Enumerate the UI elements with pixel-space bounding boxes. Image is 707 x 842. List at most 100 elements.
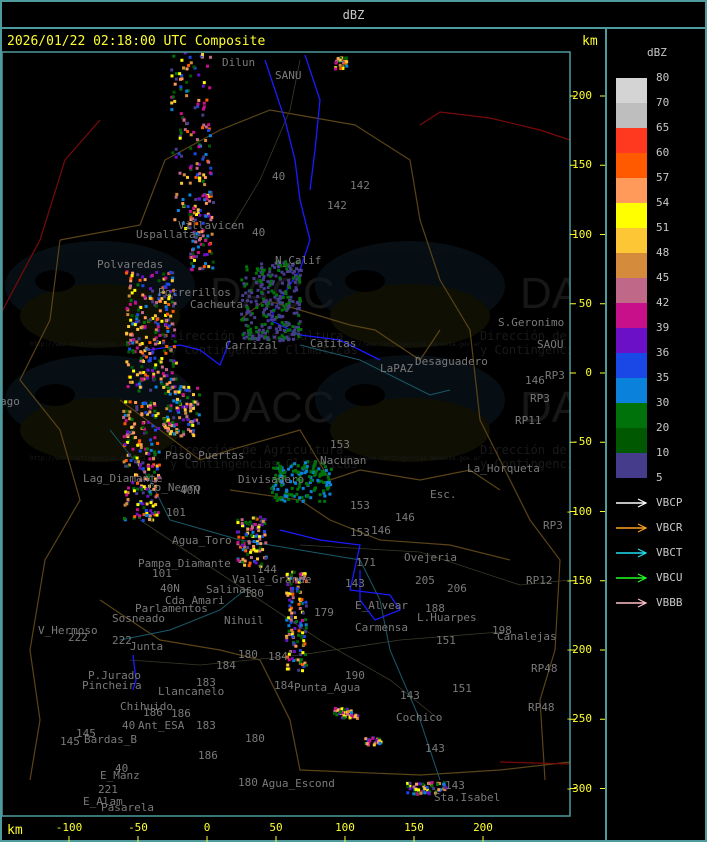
- radar-echo-pixel: [211, 266, 215, 270]
- radar-echo-pixel: [372, 743, 376, 747]
- radar-echo-pixel: [278, 339, 282, 343]
- place-label: Sta.Isabel: [434, 791, 500, 804]
- radar-echo-pixel: [135, 346, 139, 350]
- radar-echo-pixel: [298, 299, 302, 303]
- radar-echo-pixel: [244, 276, 248, 280]
- legend-label: 51: [656, 221, 670, 234]
- radar-echo-pixel: [368, 738, 372, 742]
- radar-echo-pixel: [195, 162, 199, 166]
- radar-echo-pixel: [153, 377, 157, 381]
- radar-map[interactable]: DACCDirección de Agriculturay Contingenc…: [0, 0, 707, 842]
- radar-echo-pixel: [246, 546, 250, 549]
- radar-echo-pixel: [173, 99, 177, 103]
- legend-color-swatch: [616, 328, 647, 353]
- place-label: RP12: [526, 574, 553, 587]
- radar-echo-pixel: [133, 422, 137, 426]
- place-label: Agua_Escond: [262, 777, 335, 790]
- radar-echo-pixel: [408, 781, 412, 785]
- radar-echo-pixel: [166, 312, 169, 316]
- place-label: N_Calif: [275, 254, 321, 267]
- radar-echo-pixel: [246, 527, 250, 531]
- radar-echo-pixel: [189, 252, 193, 256]
- radar-echo-pixel: [209, 55, 212, 59]
- radar-echo-pixel: [174, 423, 178, 427]
- place-label: Desaguadero: [415, 355, 488, 368]
- radar-echo-pixel: [172, 359, 176, 363]
- radar-echo-pixel: [170, 108, 174, 112]
- radar-echo-pixel: [246, 299, 250, 303]
- radar-echo-pixel: [201, 126, 204, 130]
- radar-echo-pixel: [285, 618, 289, 622]
- radar-echo-pixel: [178, 136, 182, 140]
- radar-echo-pixel: [207, 214, 211, 218]
- radar-echo-pixel: [314, 472, 318, 476]
- legend-color-swatch: [616, 403, 647, 428]
- radar-echo-pixel: [268, 283, 272, 287]
- radar-echo-pixel: [139, 350, 143, 354]
- radar-echo-pixel: [138, 466, 142, 470]
- radar-echo-pixel: [267, 301, 271, 305]
- radar-echo-pixel: [182, 66, 185, 70]
- radar-echo-pixel: [159, 360, 163, 364]
- radar-echo-pixel: [254, 299, 258, 303]
- x-tick-label: -50: [128, 821, 148, 834]
- radar-echo-pixel: [155, 467, 159, 471]
- radar-echo-pixel: [141, 293, 145, 297]
- radar-echo-pixel: [209, 166, 213, 170]
- radar-echo-pixel: [162, 423, 166, 426]
- radar-echo-pixel: [290, 486, 294, 490]
- radar-echo-pixel: [133, 323, 137, 327]
- legend-label: 80: [656, 71, 670, 84]
- radar-echo-pixel: [256, 557, 259, 561]
- radar-echo-pixel: [166, 429, 170, 433]
- radar-echo-pixel: [286, 328, 290, 332]
- radar-echo-pixel: [149, 406, 153, 410]
- radar-echo-pixel: [268, 298, 272, 302]
- radar-echo-pixel: [293, 611, 297, 615]
- radar-echo-pixel: [179, 131, 183, 135]
- radar-echo-pixel: [175, 400, 179, 404]
- radar-echo-pixel: [147, 359, 151, 363]
- legend-color-swatch: [616, 353, 647, 378]
- radar-echo-pixel: [204, 239, 208, 242]
- radar-echo-pixel: [288, 608, 292, 612]
- radar-echo-pixel: [270, 322, 274, 326]
- x-tick-label: 0: [203, 821, 211, 834]
- radar-echo-pixel: [164, 391, 168, 395]
- place-label: 40: [122, 719, 135, 732]
- radar-echo-pixel: [316, 478, 320, 482]
- place-label: 143: [425, 742, 445, 755]
- y-tick-label: 200: [572, 89, 592, 102]
- radar-echo-pixel: [201, 179, 205, 183]
- radar-echo-pixel: [158, 309, 162, 313]
- radar-echo-pixel: [193, 152, 197, 156]
- radar-echo-pixel: [137, 319, 141, 323]
- radar-echo-pixel: [189, 74, 193, 78]
- y-tick-label: -150: [565, 573, 593, 587]
- radar-echo-pixel: [202, 123, 206, 127]
- radar-echo-pixel: [345, 60, 349, 64]
- radar-echo-pixel: [259, 542, 263, 546]
- radar-echo-pixel: [203, 253, 207, 257]
- radar-echo-pixel: [297, 322, 301, 326]
- radar-echo-pixel: [208, 86, 212, 90]
- radar-echo-pixel: [304, 600, 308, 604]
- place-label: Paso_Puertas: [165, 449, 244, 462]
- radar-echo-pixel: [262, 275, 266, 279]
- place-label: SANU: [275, 69, 302, 82]
- radar-echo-pixel: [187, 423, 191, 426]
- radar-echo-pixel: [136, 443, 140, 447]
- radar-echo-pixel: [150, 273, 154, 277]
- legend-color-swatch: [616, 253, 647, 278]
- radar-echo-pixel: [197, 413, 201, 417]
- radar-echo-pixel: [128, 453, 132, 457]
- radar-echo-pixel: [298, 607, 302, 610]
- radar-echo-pixel: [147, 348, 151, 351]
- radar-echo-pixel: [165, 368, 168, 372]
- legend-label: 65: [656, 121, 670, 134]
- place-label: 222: [68, 631, 88, 644]
- radar-echo-pixel: [135, 340, 139, 344]
- radar-echo-pixel: [127, 350, 131, 354]
- radar-echo-pixel: [196, 208, 200, 212]
- radar-echo-pixel: [292, 650, 296, 654]
